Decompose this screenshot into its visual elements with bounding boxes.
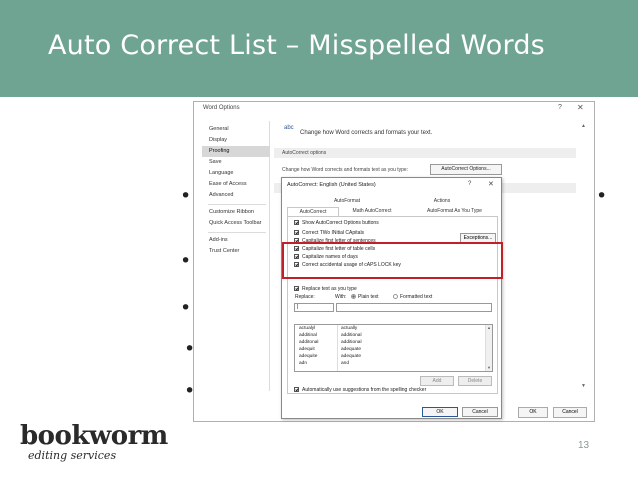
- tab-autocorrect[interactable]: AutoCorrect: [287, 207, 339, 216]
- autocorrect-list[interactable]: actualyl actually additinal additional add…: [294, 324, 493, 372]
- list-item-with: adequate: [341, 354, 362, 359]
- list-item[interactable]: adn and: [295, 361, 485, 368]
- nav-item-ease-of-access[interactable]: Ease of Access: [202, 179, 270, 190]
- checkbox-label: Automatically use suggestions from the s…: [302, 387, 427, 393]
- options-nav: General Display Proofing Save Language E…: [202, 121, 270, 391]
- nav-item-add-ins[interactable]: Add-ins: [202, 235, 270, 246]
- scroll-up-icon[interactable]: ▲: [487, 325, 491, 330]
- list-item-replace: adequit: [299, 347, 315, 352]
- radio-label: Plain text: [358, 294, 379, 300]
- checkbox-correct-two-initial-capitals[interactable]: Correct TWo INitial CApitals: [294, 230, 364, 238]
- nav-item-language[interactable]: Language: [202, 168, 270, 179]
- logo-wordmark: bookworm: [20, 421, 168, 451]
- slide-title: Auto Correct List – Misspelled Words: [48, 30, 545, 61]
- list-item[interactable]: adequite adequate: [295, 354, 485, 361]
- list-scrollbar[interactable]: ▲ ▼: [485, 325, 492, 371]
- checkbox-icon[interactable]: [294, 230, 299, 235]
- list-item[interactable]: adequit adequate: [295, 347, 485, 354]
- checkbox-icon[interactable]: [294, 220, 299, 225]
- autocorrect-options-section: AutoCorrect options: [274, 148, 576, 158]
- autocorrect-dialog: AutoCorrect: English (United States) ? ✕…: [281, 177, 503, 419]
- replace-label: Replace:: [295, 294, 315, 300]
- nav-item-customize-ribbon[interactable]: Customize Ribbon: [202, 207, 270, 218]
- autocorrect-options-button[interactable]: AutoCorrect Options...: [430, 164, 502, 175]
- close-icon[interactable]: ✕: [577, 103, 584, 112]
- list-item-with: additional: [341, 340, 362, 345]
- nav-item-quick-access-toolbar[interactable]: Quick Access Toolbar: [202, 218, 270, 229]
- checkbox-spelling-suggestions[interactable]: Automatically use suggestions from the s…: [294, 387, 426, 395]
- checkbox-label: Correct TWo INitial CApitals: [302, 230, 365, 236]
- checkbox-show-autocorrect-buttons[interactable]: Show AutoCorrect Options buttons: [294, 220, 379, 228]
- replace-input[interactable]: |: [294, 303, 334, 312]
- tab-autoformat-as-you-type[interactable]: AutoFormat As You Type: [412, 207, 497, 216]
- nav-divider: [208, 232, 266, 233]
- list-item-with: and: [341, 361, 350, 366]
- options-scrollbar[interactable]: ▲ ▼: [580, 121, 590, 391]
- background-bullet-glyph: •: [596, 185, 608, 207]
- scroll-down-icon[interactable]: ▼: [581, 383, 586, 389]
- nav-item-advanced[interactable]: Advanced: [202, 190, 270, 201]
- list-item-replace: additinal: [299, 333, 317, 338]
- close-icon[interactable]: ✕: [488, 180, 494, 188]
- logo-tagline: editing services: [28, 449, 117, 462]
- checkbox-label: Replace text as you type: [302, 286, 357, 292]
- nav-item-display[interactable]: Display: [202, 135, 270, 146]
- list-item-with: additional: [341, 333, 362, 338]
- background-bullet-glyph: •: [180, 250, 192, 272]
- abc-proofing-icon: abc: [284, 125, 294, 131]
- help-icon[interactable]: ?: [468, 181, 471, 187]
- nav-divider: [208, 204, 266, 205]
- delete-button[interactable]: Delete: [458, 376, 492, 386]
- radio-label: Formatted text: [400, 294, 433, 300]
- checkbox-icon[interactable]: [294, 387, 299, 392]
- scroll-down-icon[interactable]: ▼: [487, 365, 491, 370]
- checkbox-icon[interactable]: [294, 286, 299, 291]
- word-options-titlebar: Word Options ? ✕: [194, 102, 594, 118]
- list-item-replace: actualyl: [299, 326, 316, 331]
- radio-icon[interactable]: [351, 294, 356, 299]
- options-ok-button[interactable]: OK: [518, 407, 548, 418]
- list-item-with: adequate: [341, 347, 362, 352]
- tab-autoformat[interactable]: AutoFormat: [327, 197, 367, 206]
- proofing-description: Change how Word corrects and formats you…: [300, 130, 433, 136]
- checkbox-label: Show AutoCorrect Options buttons: [302, 220, 379, 226]
- nav-item-general[interactable]: General: [202, 124, 270, 135]
- autocorrect-dialog-title: AutoCorrect: English (United States): [287, 182, 376, 188]
- bookworm-logo: bookworm editing services: [20, 421, 170, 469]
- background-bullet-glyph: •: [180, 297, 192, 319]
- formatted-text-radio[interactable]: Formatted text: [393, 294, 432, 300]
- background-bullet-glyph: •: [180, 185, 192, 207]
- word-options-title: Word Options: [203, 105, 240, 111]
- scroll-up-icon[interactable]: ▲: [581, 123, 586, 129]
- list-item[interactable]: additinal additional: [295, 333, 485, 340]
- dialog-ok-button[interactable]: OK: [422, 407, 458, 417]
- nav-item-trust-center[interactable]: Trust Center: [202, 246, 270, 257]
- options-cancel-button[interactable]: Cancel: [553, 407, 587, 418]
- list-item[interactable]: actualyl actually: [295, 326, 485, 333]
- nav-item-proofing[interactable]: Proofing: [202, 146, 270, 157]
- slide-header: Auto Correct List – Misspelled Words: [0, 0, 638, 97]
- page-number: 13: [578, 440, 590, 451]
- list-item-replace: additonal: [299, 340, 319, 345]
- autocorrect-change-text: Change how Word corrects and formats tex…: [282, 167, 409, 173]
- list-item-replace: adequite: [299, 354, 318, 359]
- plain-text-radio[interactable]: Plain text: [351, 294, 379, 300]
- list-item-replace: adn: [299, 361, 308, 366]
- list-item[interactable]: additonal additional: [295, 340, 485, 347]
- dialog-cancel-button[interactable]: Cancel: [462, 407, 498, 417]
- replace-text-highlight: [282, 242, 503, 279]
- with-label: With:: [335, 294, 347, 300]
- with-input[interactable]: [336, 303, 492, 312]
- help-icon[interactable]: ?: [558, 104, 562, 111]
- tab-math-autocorrect[interactable]: Math AutoCorrect: [342, 207, 402, 216]
- checkbox-replace-text[interactable]: Replace text as you type: [294, 286, 357, 294]
- tab-actions[interactable]: Actions: [422, 197, 462, 206]
- list-item-with: actually: [341, 326, 358, 331]
- nav-item-save[interactable]: Save: [202, 157, 270, 168]
- radio-icon[interactable]: [393, 294, 398, 299]
- add-button[interactable]: Add: [420, 376, 454, 386]
